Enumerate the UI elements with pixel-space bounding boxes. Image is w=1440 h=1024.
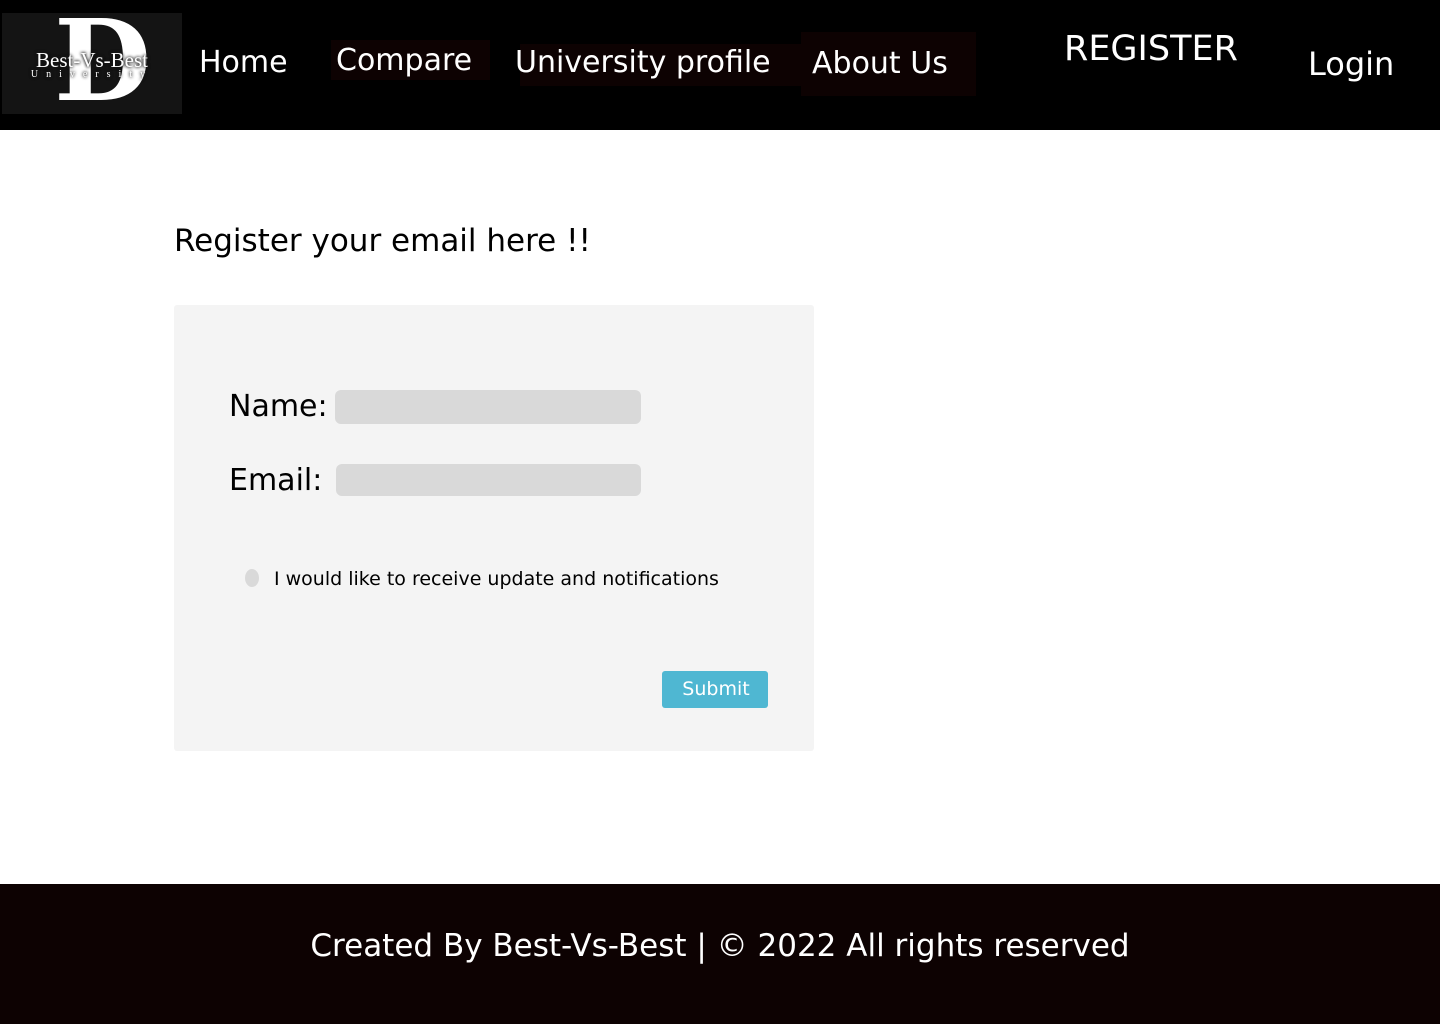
submit-button[interactable]: Submit xyxy=(662,671,768,708)
email-input[interactable] xyxy=(336,464,641,496)
nav-home-link[interactable]: Home xyxy=(199,45,288,81)
nav-register-link[interactable]: REGISTER xyxy=(1064,29,1238,69)
logo-subtitle: University xyxy=(30,69,154,80)
footer-copyright: Created By Best-Vs-Best | © 2022 All rig… xyxy=(310,928,1130,964)
email-label: Email: xyxy=(229,463,323,498)
footer: Created By Best-Vs-Best | © 2022 All rig… xyxy=(0,884,1440,1024)
page-title: Register your email here !! xyxy=(174,223,591,259)
nav-university-profile-link[interactable]: University profile xyxy=(515,45,771,81)
name-label: Name: xyxy=(229,389,328,424)
notify-radio[interactable] xyxy=(245,569,259,587)
nav-login-link[interactable]: Login xyxy=(1308,45,1394,83)
brand-logo[interactable]: D Best-Vs-Best University xyxy=(2,13,182,114)
registration-form: Name: Email: I would like to receive upd… xyxy=(174,305,814,751)
nav-compare-link[interactable]: Compare xyxy=(336,43,472,79)
name-input[interactable] xyxy=(335,390,641,424)
navbar: D Best-Vs-Best University Home Compare U… xyxy=(0,0,1440,130)
notify-label: I would like to receive update and notif… xyxy=(274,568,719,590)
logo-name: Best-Vs-Best xyxy=(36,48,148,72)
nav-about-us-link[interactable]: About Us xyxy=(812,46,948,82)
